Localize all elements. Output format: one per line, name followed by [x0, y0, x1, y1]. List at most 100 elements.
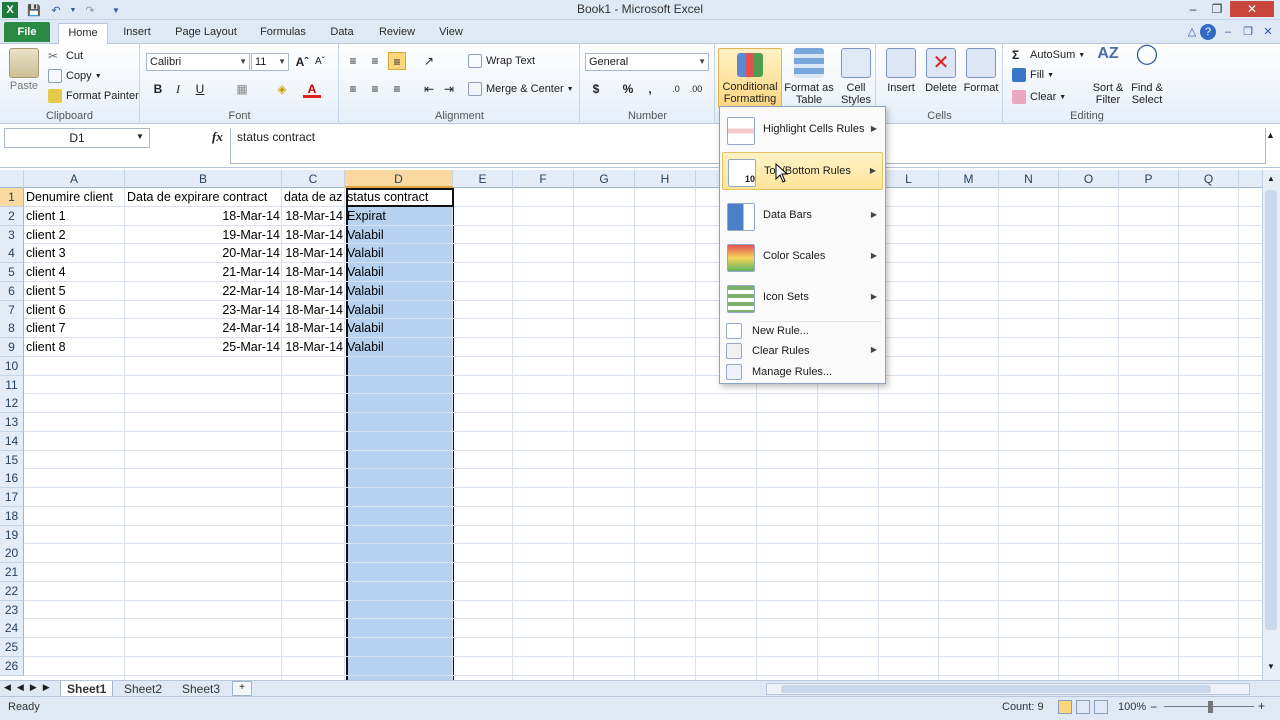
cell-b4[interactable]: 20-Mar-14: [125, 244, 282, 262]
autosum-button[interactable]: Σ AutoSum ▼: [1012, 48, 1085, 62]
expand-formula-bar-icon[interactable]: ▲: [1266, 130, 1275, 140]
cell-a3[interactable]: client 2: [24, 226, 125, 244]
row-header-11[interactable]: 11: [0, 375, 24, 395]
align-center-icon[interactable]: ≡: [366, 80, 384, 98]
cell-d3[interactable]: Valabil: [345, 226, 453, 244]
sheet-tab-sheet3[interactable]: Sheet3: [176, 681, 226, 697]
underline-icon[interactable]: U: [191, 80, 209, 98]
vertical-scroll-thumb[interactable]: [1265, 190, 1277, 630]
cell-b7[interactable]: 23-Mar-14: [125, 301, 282, 319]
page-break-view-icon[interactable]: [1094, 700, 1108, 714]
cell-a6[interactable]: client 5: [24, 282, 125, 300]
increase-indent-icon[interactable]: ⇥: [440, 80, 458, 98]
row-header-16[interactable]: 16: [0, 469, 24, 489]
borders-icon[interactable]: ▦: [233, 80, 251, 98]
row-header-24[interactable]: 24: [0, 619, 24, 639]
page-layout-view-icon[interactable]: [1076, 700, 1090, 714]
normal-view-icon[interactable]: [1058, 700, 1072, 714]
horizontal-scrollbar[interactable]: [766, 683, 1250, 695]
row-header-4[interactable]: 4: [0, 244, 24, 264]
wrap-text-button[interactable]: Wrap Text: [468, 54, 535, 68]
italic-icon[interactable]: I: [169, 80, 187, 98]
row-header-20[interactable]: 20: [0, 544, 24, 564]
workbook-close-icon[interactable]: ✕: [1260, 24, 1276, 40]
column-header-m[interactable]: M: [939, 170, 999, 188]
restore-icon[interactable]: ❐: [1206, 1, 1228, 17]
cell-d8[interactable]: Valabil: [345, 319, 453, 337]
row-header-14[interactable]: 14: [0, 431, 24, 451]
scroll-down-icon[interactable]: ▼: [1265, 662, 1277, 674]
column-header-p[interactable]: P: [1119, 170, 1179, 188]
bold-icon[interactable]: B: [149, 80, 167, 98]
align-right-icon[interactable]: ≡: [388, 80, 406, 98]
cut-button[interactable]: ✂ Cut: [48, 49, 83, 63]
menu-item-manage-rules[interactable]: Manage Rules...: [722, 362, 883, 382]
menu-item-data-bars[interactable]: Data Bars ▶: [722, 197, 883, 235]
grow-font-icon[interactable]: Aˆ: [293, 53, 311, 71]
column-header-f[interactable]: F: [513, 170, 574, 188]
align-top-icon[interactable]: ≡: [344, 52, 362, 70]
row-header-23[interactable]: 23: [0, 600, 24, 620]
column-header-h[interactable]: H: [635, 170, 696, 188]
fill-button[interactable]: Fill ▼: [1012, 68, 1054, 82]
cell-d1[interactable]: status contract: [345, 188, 453, 206]
row-header-21[interactable]: 21: [0, 563, 24, 582]
row-header-22[interactable]: 22: [0, 581, 24, 601]
insert-cells-button[interactable]: Insert: [881, 48, 921, 94]
format-painter-button[interactable]: Format Painter: [48, 89, 139, 103]
tab-formulas[interactable]: Formulas: [252, 24, 314, 44]
minimize-icon[interactable]: –: [1182, 1, 1204, 17]
clear-button[interactable]: Clear ▼: [1012, 90, 1066, 104]
workbook-restore-icon[interactable]: ❐: [1240, 24, 1256, 40]
cell-c2[interactable]: 18-Mar-14: [282, 207, 345, 225]
tab-insert[interactable]: Insert: [114, 24, 160, 44]
row-header-3[interactable]: 3: [0, 225, 24, 245]
tab-page-layout[interactable]: Page Layout: [170, 24, 242, 44]
orientation-icon[interactable]: ↗: [420, 52, 438, 70]
column-header-d[interactable]: D: [345, 170, 453, 188]
cell-b8[interactable]: 24-Mar-14: [125, 319, 282, 337]
menu-item-highlight-cells-rules[interactable]: Highlight Cells Rules ▶: [722, 111, 883, 149]
sheet-tab-sheet1[interactable]: Sheet1: [60, 681, 114, 697]
row-header-17[interactable]: 17: [0, 488, 24, 507]
fill-color-icon[interactable]: ◈: [273, 80, 291, 98]
help-icon[interactable]: ?: [1200, 24, 1216, 40]
align-bottom-icon[interactable]: ≡: [388, 52, 406, 70]
cell-c4[interactable]: 18-Mar-14: [282, 244, 345, 262]
spreadsheet-grid[interactable]: ABCDEFGHIJKLMNOPQ 1234567891011121314151…: [0, 170, 1262, 680]
row-header-2[interactable]: 2: [0, 206, 24, 226]
row-header-25[interactable]: 25: [0, 638, 24, 657]
cell-b2[interactable]: 18-Mar-14: [125, 207, 282, 225]
conditional-formatting-button[interactable]: Conditional Formatting: [718, 48, 782, 108]
column-header-o[interactable]: O: [1059, 170, 1119, 188]
tab-home[interactable]: Home: [58, 23, 108, 44]
menu-item-color-scales[interactable]: Color Scales ▶: [722, 238, 883, 276]
tab-view[interactable]: View: [432, 24, 470, 44]
select-all-button[interactable]: [0, 170, 24, 188]
row-header-7[interactable]: 7: [0, 300, 24, 320]
cell-c3[interactable]: 18-Mar-14: [282, 226, 345, 244]
row-header-10[interactable]: 10: [0, 356, 24, 376]
font-color-icon[interactable]: A: [303, 80, 321, 98]
row-header-5[interactable]: 5: [0, 263, 24, 282]
row-header-12[interactable]: 12: [0, 394, 24, 414]
decrease-indent-icon[interactable]: ⇤: [420, 80, 438, 98]
column-header-l[interactable]: L: [879, 170, 939, 188]
zoom-level[interactable]: 100%: [1118, 701, 1146, 713]
cell-d7[interactable]: Valabil: [345, 301, 453, 319]
cell-b6[interactable]: 22-Mar-14: [125, 282, 282, 300]
cell-c5[interactable]: 18-Mar-14: [282, 263, 345, 281]
font-size-select[interactable]: 11 ▼: [251, 53, 289, 71]
cell-a8[interactable]: client 7: [24, 319, 125, 337]
cell-b1[interactable]: Data de expirare contract: [125, 188, 282, 206]
zoom-slider-thumb[interactable]: [1208, 701, 1213, 713]
row-header-6[interactable]: 6: [0, 281, 24, 301]
row-header-19[interactable]: 19: [0, 525, 24, 545]
number-format-select[interactable]: General ▼: [585, 53, 709, 71]
sheet-nav-arrows[interactable]: ◀◀▶▶: [4, 682, 56, 693]
cell-a9[interactable]: client 8: [24, 338, 125, 356]
format-cells-button[interactable]: Format: [961, 48, 1001, 94]
increase-decimal-icon[interactable]: .0: [667, 80, 685, 98]
delete-cells-button[interactable]: ✕ Delete: [921, 48, 961, 94]
sheet-tab-sheet2[interactable]: Sheet2: [118, 681, 168, 697]
